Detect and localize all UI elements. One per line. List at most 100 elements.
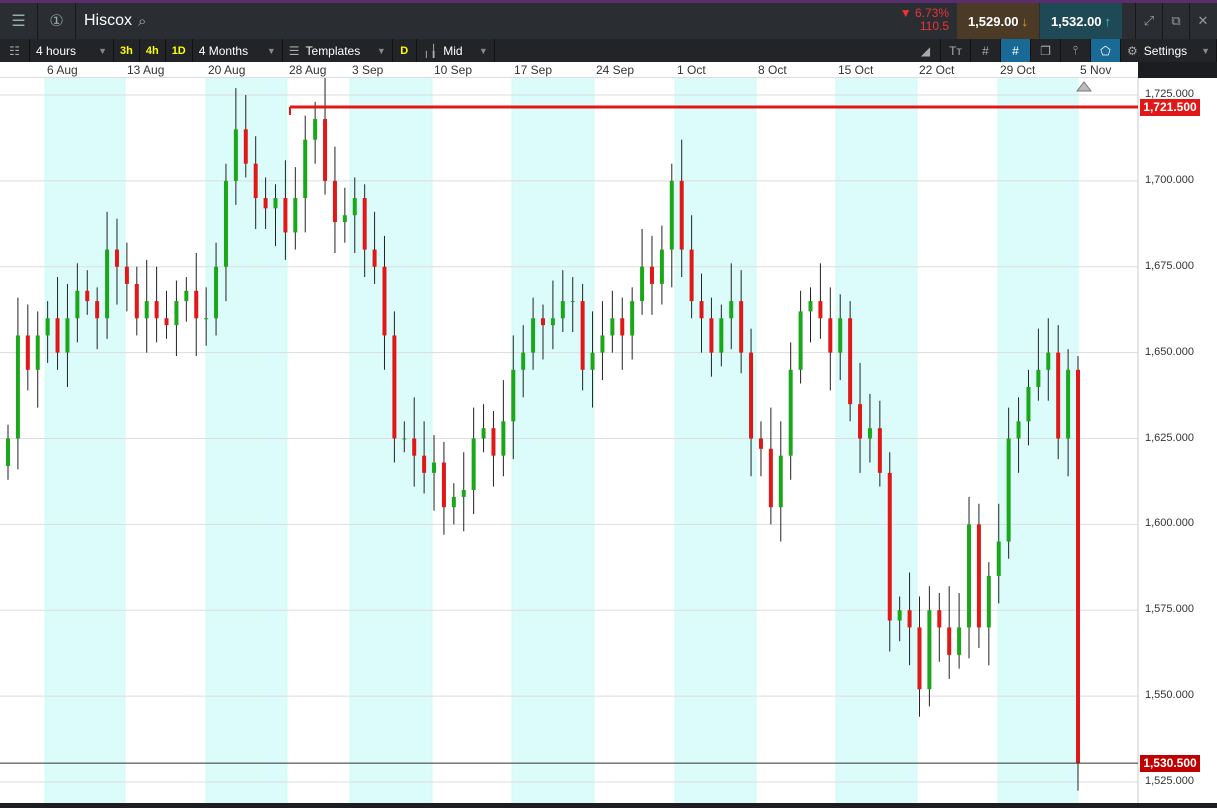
date-tick: 3 Sep	[352, 63, 384, 77]
candle-up	[521, 352, 526, 370]
date-tick: 22 Oct	[919, 63, 955, 77]
price-type-select[interactable]: ╷╽ Mid ▼	[417, 39, 495, 62]
candle-down	[749, 352, 754, 439]
grid-icon[interactable]: #	[971, 39, 1001, 62]
candle-down	[917, 627, 922, 690]
candle-up	[233, 129, 238, 181]
candle-up	[808, 301, 813, 312]
interval-1d[interactable]: 1D	[166, 39, 193, 62]
date-tick: 15 Oct	[838, 63, 874, 77]
arrow-up-icon: ↑	[1104, 13, 1112, 29]
range-select[interactable]: 4 Months ▼	[193, 39, 283, 62]
date-tick: 5 Nov	[1080, 63, 1112, 77]
candle-down	[124, 266, 129, 284]
candle-up	[174, 301, 179, 326]
candle-down	[907, 610, 912, 628]
date-axis: 6 Aug 13 Aug 20 Aug 28 Aug 3 Sep 10 Sep 17 Sep…	[0, 62, 1138, 78]
candle-up	[630, 301, 635, 336]
snap-grid-icon[interactable]: #	[1001, 39, 1031, 62]
text-icon[interactable]: Tт	[941, 39, 971, 62]
settings-button[interactable]: ⚙ Settings ▼	[1121, 39, 1217, 62]
candle-up	[986, 575, 991, 628]
candle-up	[6, 438, 10, 466]
price-tick: 1,675.000	[1145, 259, 1194, 272]
candle-down	[877, 428, 882, 473]
date-tick: 17 Sep	[514, 63, 553, 77]
search-icon[interactable]: ⌕	[138, 13, 146, 30]
candle-up	[996, 541, 1001, 576]
candle-up	[75, 290, 80, 319]
draw-line-icon[interactable]: ◢	[911, 39, 941, 62]
price-label-icon[interactable]: ⬠	[1091, 39, 1121, 62]
candle-down	[758, 438, 763, 449]
candle-down	[441, 462, 446, 508]
templates-select[interactable]: ☰ Templates ▼	[283, 39, 393, 62]
candle-up	[1046, 352, 1051, 370]
candle-down	[689, 249, 694, 302]
price-tick: 1,575.000	[1145, 603, 1194, 616]
interval-select[interactable]: 4 hours ▼	[30, 39, 114, 62]
price-tick: 1,700.000	[1145, 173, 1194, 186]
chevron-down-icon: ▼	[266, 45, 276, 56]
popout-icon[interactable]: ⧉	[1162, 3, 1189, 39]
candle-up	[461, 490, 466, 497]
candle-down	[620, 318, 625, 336]
candle-down	[828, 318, 833, 353]
candle-down	[95, 301, 100, 319]
buy-button[interactable]: 1,532.00 ↑	[1040, 3, 1122, 39]
gear-icon: ⚙	[1127, 43, 1138, 58]
crosshair-icon[interactable]: ⫯	[1061, 39, 1091, 62]
candle-up	[1016, 421, 1021, 439]
candle-up	[402, 438, 407, 440]
chart-canvas[interactable]	[0, 77, 1217, 803]
list-icon[interactable]: ☷	[0, 39, 30, 62]
interval-3h[interactable]: 3h	[114, 39, 140, 62]
week-shade	[206, 78, 287, 803]
candle-up	[867, 428, 872, 439]
candle-down	[848, 318, 853, 405]
price-chart[interactable]: 1,725.000 1,700.000 1,675.000 1,650.000 1,62…	[0, 77, 1217, 803]
interval-4h[interactable]: 4h	[140, 39, 166, 62]
date-tick: 28 Aug	[289, 63, 327, 77]
week-shade	[675, 78, 756, 803]
candle-up	[451, 496, 456, 508]
change-pct: 6.73%	[914, 6, 949, 20]
sell-button[interactable]: 1,529.00 ↓	[957, 3, 1039, 39]
candle-up	[1006, 438, 1011, 542]
close-icon[interactable]: ✕	[1189, 3, 1216, 39]
candle-down	[194, 290, 199, 319]
candle-down	[55, 318, 60, 353]
candle-up	[531, 318, 536, 353]
templates-icon: ☰	[288, 43, 300, 58]
candle-down	[263, 198, 268, 209]
expand-icon[interactable]: ⤢	[1135, 3, 1162, 39]
candle-up	[223, 180, 228, 267]
candle-up	[214, 266, 219, 319]
candle-up	[45, 318, 50, 336]
week-shade	[512, 78, 594, 803]
chevron-down-icon: ▼	[98, 45, 107, 56]
candle-down	[134, 283, 139, 319]
change-abs: 110.5	[919, 19, 949, 33]
candle-down	[887, 472, 892, 621]
candle-up	[293, 198, 298, 233]
layers-icon[interactable]: ❐	[1031, 39, 1061, 62]
candle-down	[114, 249, 119, 267]
candle-down	[580, 301, 585, 370]
candle-up	[511, 369, 516, 422]
candle-down	[412, 438, 417, 456]
d-button[interactable]: D	[393, 39, 417, 62]
candle-up	[15, 335, 20, 439]
candle-up	[927, 610, 932, 690]
candle-up	[303, 139, 308, 199]
candle-up	[600, 335, 605, 353]
interval-label: 4 hours	[36, 43, 77, 58]
candle-up	[640, 266, 645, 302]
candle-down	[372, 249, 377, 267]
price-tick: 1,550.000	[1145, 689, 1194, 702]
chart-toolbar: ☷ 4 hours ▼ 3h 4h 1D 4 Months ▼ ☰ Templates…	[0, 39, 1217, 62]
menu-icon[interactable]: ☰	[0, 3, 38, 39]
link-group-icon[interactable]: ①	[38, 3, 76, 39]
instrument-title: Hiscox	[84, 12, 133, 29]
candle-up	[352, 198, 357, 216]
